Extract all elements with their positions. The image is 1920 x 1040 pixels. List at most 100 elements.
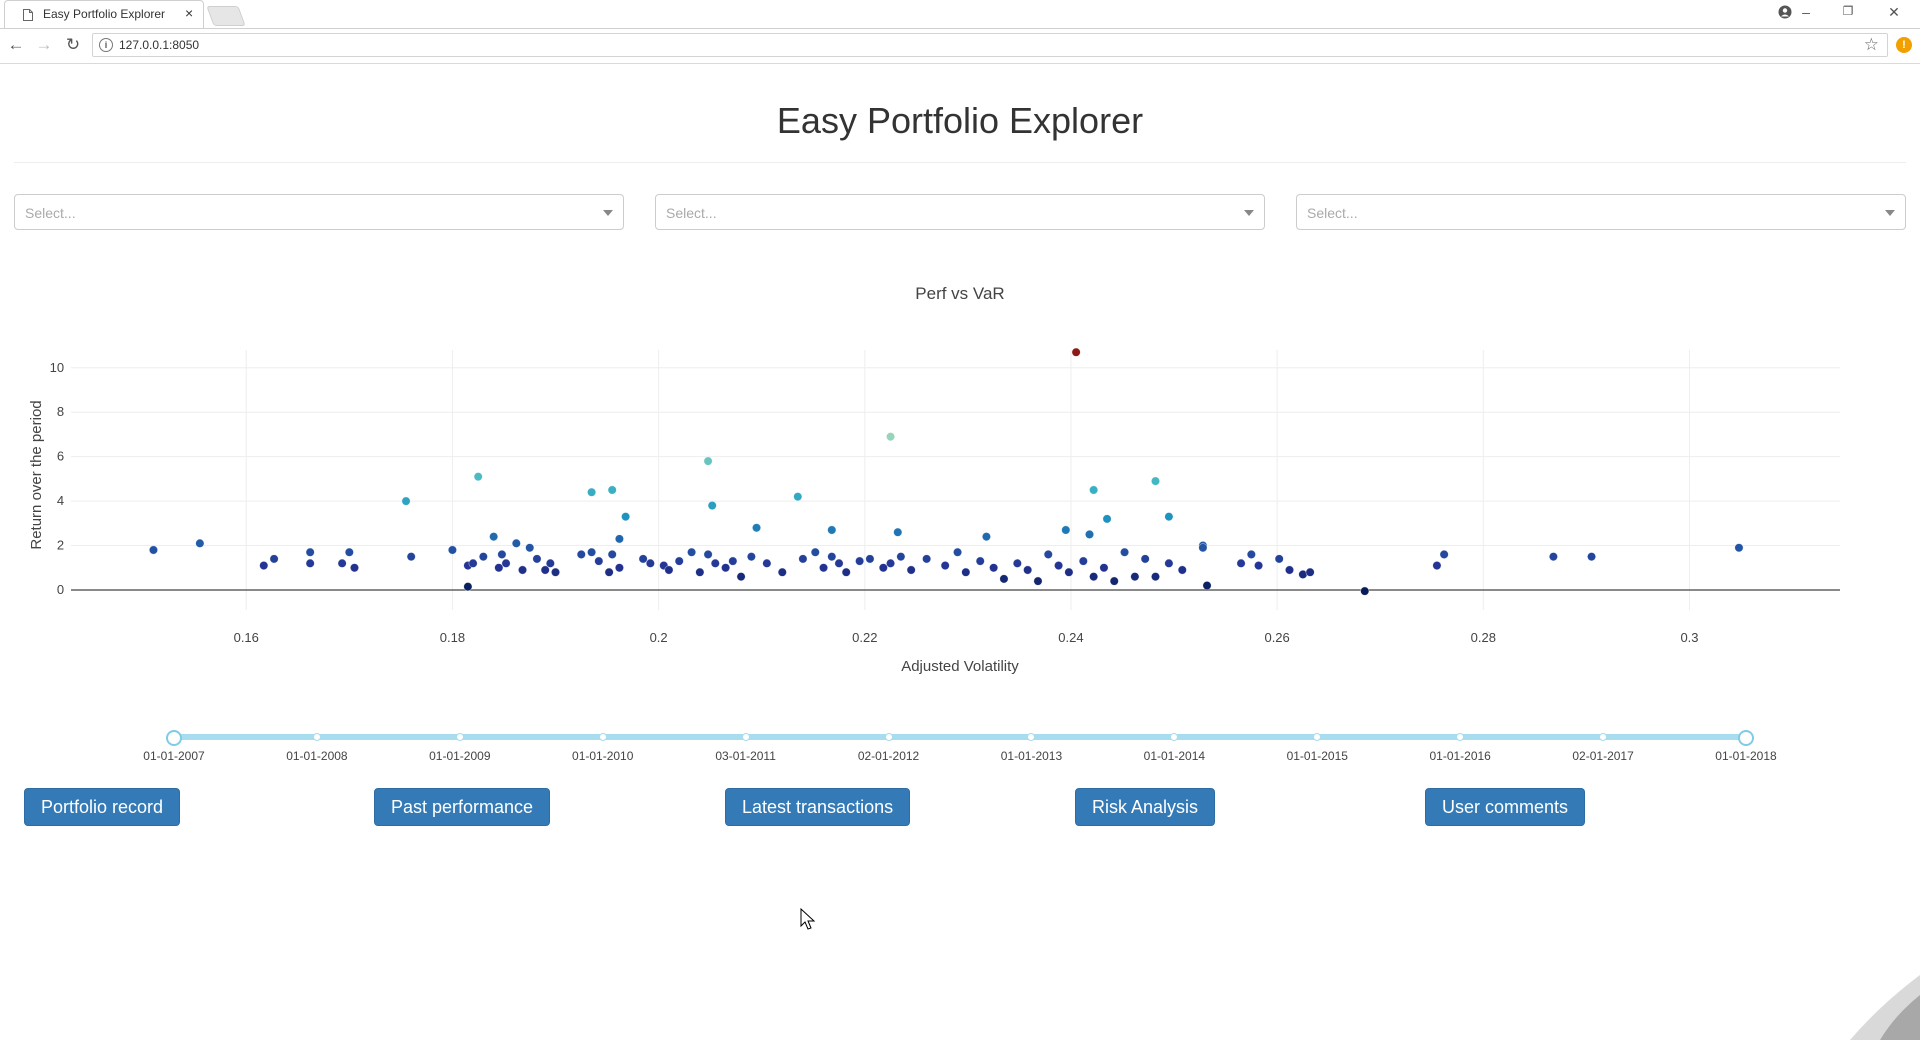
scatter-point[interactable] [1285, 565, 1295, 575]
scatter-point[interactable] [886, 558, 896, 568]
scatter-point[interactable] [1089, 572, 1099, 582]
scatter-point[interactable] [1439, 549, 1449, 559]
scatter-point[interactable] [447, 545, 457, 555]
scatter-point[interactable] [1254, 561, 1264, 571]
new-tab-button[interactable] [206, 6, 246, 26]
scatter-point[interactable] [497, 549, 507, 559]
scatter-point[interactable] [489, 532, 499, 542]
scatter-point[interactable] [344, 547, 354, 557]
select-dropdown-2[interactable]: Select... [655, 194, 1265, 230]
scatter-point[interactable] [906, 565, 916, 575]
scatter-point[interactable] [703, 456, 713, 466]
scatter-point[interactable] [1177, 565, 1187, 575]
scatter-point[interactable] [587, 487, 597, 497]
scatter-point[interactable] [827, 552, 837, 562]
scatter-point[interactable] [999, 574, 1009, 584]
scatter-point[interactable] [1360, 586, 1370, 596]
scatter-point[interactable] [674, 556, 684, 566]
scatter-point[interactable] [810, 547, 820, 557]
scatter-point[interactable] [1246, 549, 1256, 559]
tab-close-icon[interactable]: × [185, 5, 193, 21]
scatter-point[interactable] [989, 563, 999, 573]
restore-icon[interactable]: ❐ [1838, 4, 1858, 18]
scatter-point[interactable] [621, 512, 631, 522]
scatter-point[interactable] [687, 547, 697, 557]
scatter-point[interactable] [841, 567, 851, 577]
scatter-point[interactable] [587, 547, 597, 557]
scatter-point[interactable] [886, 432, 896, 442]
scatter-point[interactable] [638, 554, 648, 564]
scatter-point[interactable] [1150, 476, 1160, 486]
scatter-point[interactable] [494, 563, 504, 573]
scatter-point[interactable] [532, 554, 542, 564]
scatter-point[interactable] [940, 561, 950, 571]
scatter-point[interactable] [1120, 547, 1130, 557]
scatter-point[interactable] [1202, 581, 1212, 591]
scatter-point[interactable] [953, 547, 963, 557]
forward-icon[interactable]: → [33, 35, 55, 55]
scatter-point[interactable] [703, 549, 713, 559]
scatter-point[interactable] [762, 558, 772, 568]
scatter-point[interactable] [305, 547, 315, 557]
account-icon[interactable] [1778, 5, 1792, 19]
scatter-point[interactable] [604, 567, 614, 577]
update-badge[interactable]: ! [1896, 37, 1912, 53]
scatter-point[interactable] [1198, 543, 1208, 553]
scatter-point[interactable] [695, 567, 705, 577]
select-dropdown-1[interactable]: Select... [14, 194, 624, 230]
scatter-point[interactable] [551, 567, 561, 577]
scatter-point[interactable] [645, 558, 655, 568]
scatter-point[interactable] [798, 554, 808, 564]
scatter-point[interactable] [518, 565, 528, 575]
scatter-point[interactable] [1140, 554, 1150, 564]
scatter-point[interactable] [1012, 558, 1022, 568]
scatter-point[interactable] [710, 558, 720, 568]
scatter-point[interactable] [1548, 552, 1558, 562]
scatter-point[interactable] [1061, 525, 1071, 535]
scatter-point[interactable] [1432, 561, 1442, 571]
scatter-point[interactable] [1305, 567, 1315, 577]
date-range-slider[interactable] [174, 734, 1746, 740]
scatter-point[interactable] [1089, 485, 1099, 495]
scatter-point[interactable] [893, 527, 903, 537]
close-icon[interactable]: ✕ [1884, 4, 1904, 21]
past-performance-button[interactable]: Past performance [374, 788, 551, 826]
scatter-point[interactable] [878, 563, 888, 573]
scatter-point[interactable] [607, 549, 617, 559]
scatter-point[interactable] [1054, 561, 1064, 571]
scatter-point[interactable] [1164, 558, 1174, 568]
scatter-point[interactable] [305, 558, 315, 568]
scatter-point[interactable] [148, 545, 158, 555]
scatter-point[interactable] [1071, 347, 1081, 357]
scatter-point[interactable] [1150, 572, 1160, 582]
scatter-point[interactable] [961, 567, 971, 577]
scatter-point[interactable] [478, 552, 488, 562]
scatter-point[interactable] [195, 538, 205, 548]
scatter-point[interactable] [728, 556, 738, 566]
scatter-point[interactable] [259, 561, 269, 571]
reload-icon[interactable]: ↻ [62, 35, 84, 55]
scatter-point[interactable] [1130, 572, 1140, 582]
scatter-point[interactable] [594, 556, 604, 566]
scatter-point[interactable] [1164, 512, 1174, 522]
scatter-point[interactable] [576, 549, 586, 559]
scatter-point[interactable] [752, 523, 762, 533]
scatter-point[interactable] [1099, 563, 1109, 573]
scatter-point[interactable] [1064, 567, 1074, 577]
user-comments-button[interactable]: User comments [1425, 788, 1586, 826]
scatter-point[interactable] [855, 556, 865, 566]
scatter-point[interactable] [269, 554, 279, 564]
scatter-point[interactable] [1274, 554, 1284, 564]
latest-transactions-button[interactable]: Latest transactions [725, 788, 911, 826]
scatter-point[interactable] [664, 565, 674, 575]
scatter-point[interactable] [922, 554, 932, 564]
scatter-point[interactable] [746, 552, 756, 562]
scatter-point[interactable] [501, 558, 511, 568]
browser-tab[interactable]: Easy Portfolio Explorer × [4, 0, 204, 28]
scatter-point[interactable] [834, 558, 844, 568]
scatter-point[interactable] [607, 485, 617, 495]
back-icon[interactable]: ← [5, 35, 27, 55]
scatter-point[interactable] [511, 538, 521, 548]
scatter-point[interactable] [1102, 514, 1112, 524]
scatter-point[interactable] [545, 558, 555, 568]
